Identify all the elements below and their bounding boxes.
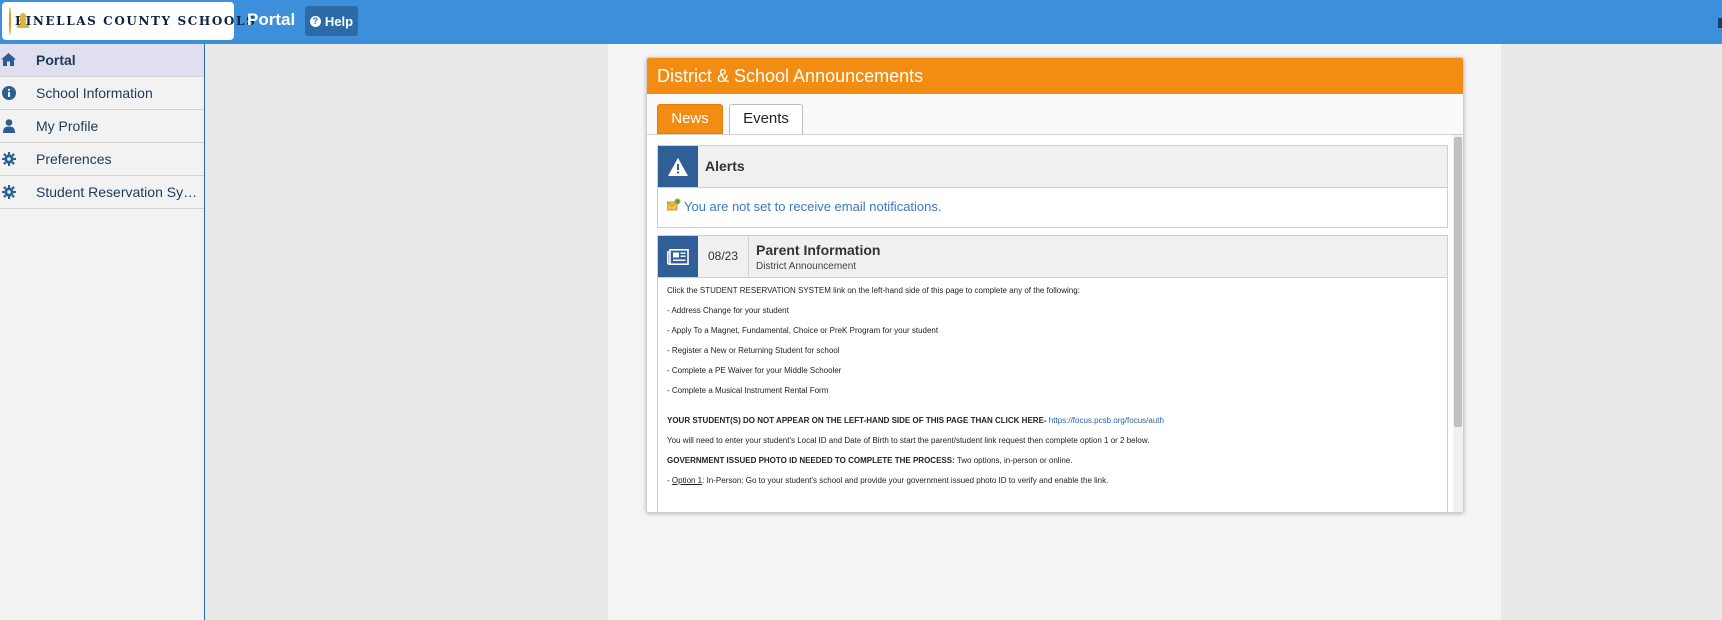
sidebar-item-preferences[interactable]: Preferences xyxy=(0,143,204,176)
announcements-scroll-area[interactable]: Alerts You are not set to receive email … xyxy=(647,135,1463,512)
scrollbar-track[interactable] xyxy=(1453,135,1463,512)
news-date: 08/23 xyxy=(698,236,749,277)
news-bold-text: GOVERNMENT ISSUED PHOTO ID NEEDED TO COM… xyxy=(667,456,955,465)
news-line: - Complete a PE Waiver for your Middle S… xyxy=(667,366,842,375)
news-text: : In-Person: Go to your student's school… xyxy=(702,476,1109,485)
news-line: - Address Change for your student xyxy=(667,306,789,315)
sidebar-item-portal[interactable]: Portal xyxy=(0,44,204,77)
announcements-panel: District & School Announcements News Eve… xyxy=(646,57,1464,513)
news-line: - Apply To a Magnet, Fundamental, Choice… xyxy=(667,326,939,335)
tab-events[interactable]: Events xyxy=(729,104,803,134)
news-line: You will need to enter your student's Lo… xyxy=(667,436,1150,445)
question-circle-icon: ? xyxy=(309,15,321,27)
option-1-label: Option 1 xyxy=(671,476,703,485)
sidebar-item-label: My Profile xyxy=(36,118,99,134)
email-notifications-link[interactable]: You are not set to receive email notific… xyxy=(684,199,942,214)
news-line: GOVERNMENT ISSUED PHOTO ID NEEDED TO COM… xyxy=(667,456,1437,466)
sidebar-item-student-reservation-system[interactable]: Student Reservation Syst... xyxy=(0,176,204,209)
news-text: Two options, in-person or online. xyxy=(954,456,1073,465)
help-button-label: Help xyxy=(324,13,354,29)
home-icon xyxy=(1,53,16,67)
alerts-title: Alerts xyxy=(705,158,745,174)
district-logo[interactable]: PINELLAS COUNTY SCHOOLS xyxy=(2,2,255,40)
news-subtitle: District Announcement xyxy=(756,261,857,272)
announcement-tabs: News Events xyxy=(647,94,1463,135)
scrollbar-thumb[interactable] xyxy=(1454,137,1462,427)
focus-auth-link[interactable]: https://focus.pcsb.org/focus/auth xyxy=(1049,416,1164,425)
top-right-edge xyxy=(1718,18,1722,28)
alerts-header: Alerts xyxy=(658,146,1447,188)
sidebar-item-label: Student Reservation Syst... xyxy=(36,184,198,200)
news-card: 08/23 Parent Information District Announ… xyxy=(657,235,1448,512)
tab-news[interactable]: News xyxy=(657,104,723,134)
email-notification-icon xyxy=(666,198,681,211)
news-body: Click the STUDENT RESERVATION SYSTEM lin… xyxy=(658,278,1447,486)
news-line: - Complete a Musical Instrument Rental F… xyxy=(667,386,829,395)
logo-text: PINELLAS COUNTY SCHOOLS xyxy=(15,14,257,28)
newspaper-icon xyxy=(658,236,698,277)
warning-icon xyxy=(658,146,698,187)
panel-title: District & School Announcements xyxy=(647,58,1463,94)
sidebar-item-my-profile[interactable]: My Profile xyxy=(0,110,204,143)
news-line: - Option 1: In-Person: Go to your studen… xyxy=(667,476,1437,486)
news-line: Click the STUDENT RESERVATION SYSTEM lin… xyxy=(667,286,1080,295)
sidebar: Portal School Information My Profile Pre… xyxy=(0,44,205,620)
sidebar-item-label: Preferences xyxy=(36,151,112,167)
info-circle-icon xyxy=(1,86,16,100)
news-bold-text: YOUR STUDENT(S) DO NOT APPEAR ON THE LEF… xyxy=(667,416,1049,425)
sidebar-item-school-information[interactable]: School Information xyxy=(0,77,204,110)
sidebar-item-label: School Information xyxy=(36,85,153,101)
news-line: - Register a New or Returning Student fo… xyxy=(667,346,840,355)
alerts-card: Alerts You are not set to receive email … xyxy=(657,145,1448,228)
news-header: 08/23 Parent Information District Announ… xyxy=(658,236,1447,278)
top-bar: PINELLAS COUNTY SCHOOLS Portal ? Help xyxy=(0,0,1722,44)
sidebar-item-label: Portal xyxy=(36,52,76,68)
news-title[interactable]: Parent Information xyxy=(756,242,880,258)
app-title[interactable]: Portal xyxy=(247,10,295,30)
help-button[interactable]: ? Help xyxy=(305,6,358,36)
user-icon xyxy=(1,119,16,133)
torch-seal-icon xyxy=(9,7,29,35)
news-line: YOUR STUDENT(S) DO NOT APPEAR ON THE LEF… xyxy=(667,416,1437,426)
gear-icon xyxy=(1,185,16,199)
gear-icon xyxy=(1,152,16,166)
alerts-body: You are not set to receive email notific… xyxy=(658,188,1447,227)
